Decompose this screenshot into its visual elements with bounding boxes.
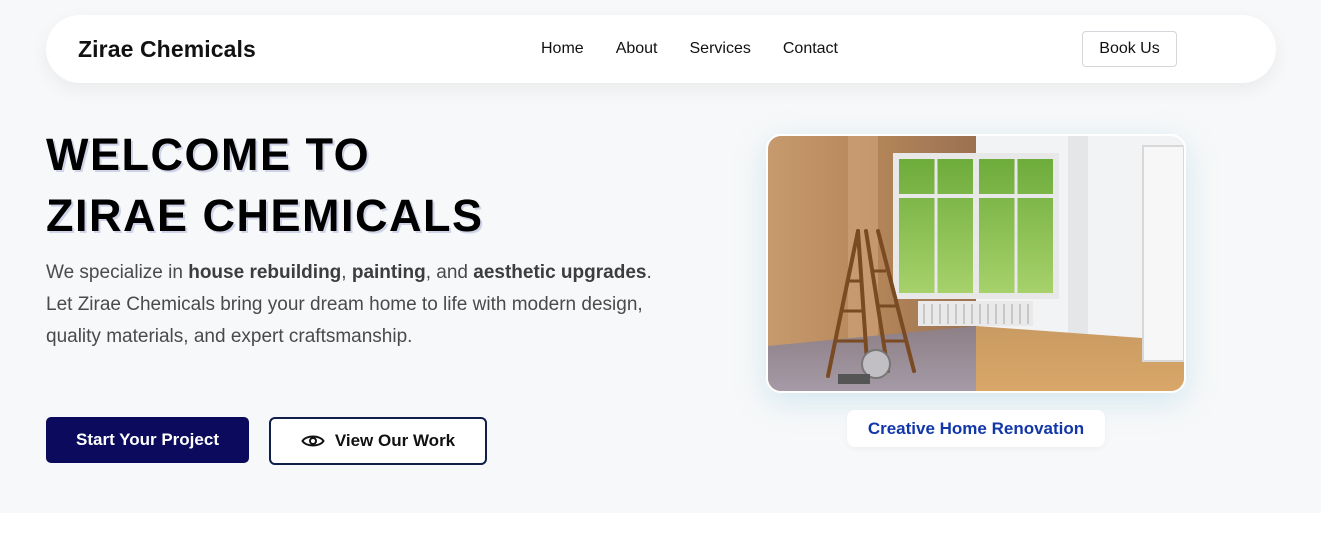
renovation-illustration [768,136,1184,391]
desc-text: We specialize in [46,262,189,283]
book-us-button[interactable]: Book Us [1082,31,1177,67]
desc-highlight-aesthetic: aesthetic upgrades [473,262,647,283]
desc-paragraph-2: Let Zirae Chemicals bring your dream hom… [46,294,643,347]
desc-highlight-rebuilding: house rebuilding [188,262,342,283]
image-caption: Creative Home Renovation [847,410,1105,447]
hero-title-line-1: WELCOME TO [46,129,371,180]
navbar: Zirae Chemicals Home About Services Cont… [46,15,1276,83]
desc-text: , [341,262,352,283]
nav-links: Home About Services Contact [541,39,870,59]
renovation-image [766,134,1186,393]
view-work-button[interactable]: View Our Work [269,417,487,465]
nav-link-services[interactable]: Services [690,39,751,59]
desc-highlight-painting: painting [351,262,426,283]
hero-title-line-2: ZIRAE CHEMICALS [46,190,484,241]
nav-link-home[interactable]: Home [541,39,584,59]
hero-title: WELCOME TO ZIRAE CHEMICALS [46,124,484,246]
nav-link-about[interactable]: About [616,39,658,59]
start-project-button[interactable]: Start Your Project [46,417,249,463]
view-work-label: View Our Work [334,431,456,450]
eye-icon [301,435,325,447]
desc-text: . [646,262,652,283]
brand-logo[interactable]: Zirae Chemicals [78,36,256,63]
nav-link-contact[interactable]: Contact [783,39,838,59]
desc-text: , and [425,262,474,283]
hero-description: We specialize in house rebuilding, paint… [46,257,696,353]
